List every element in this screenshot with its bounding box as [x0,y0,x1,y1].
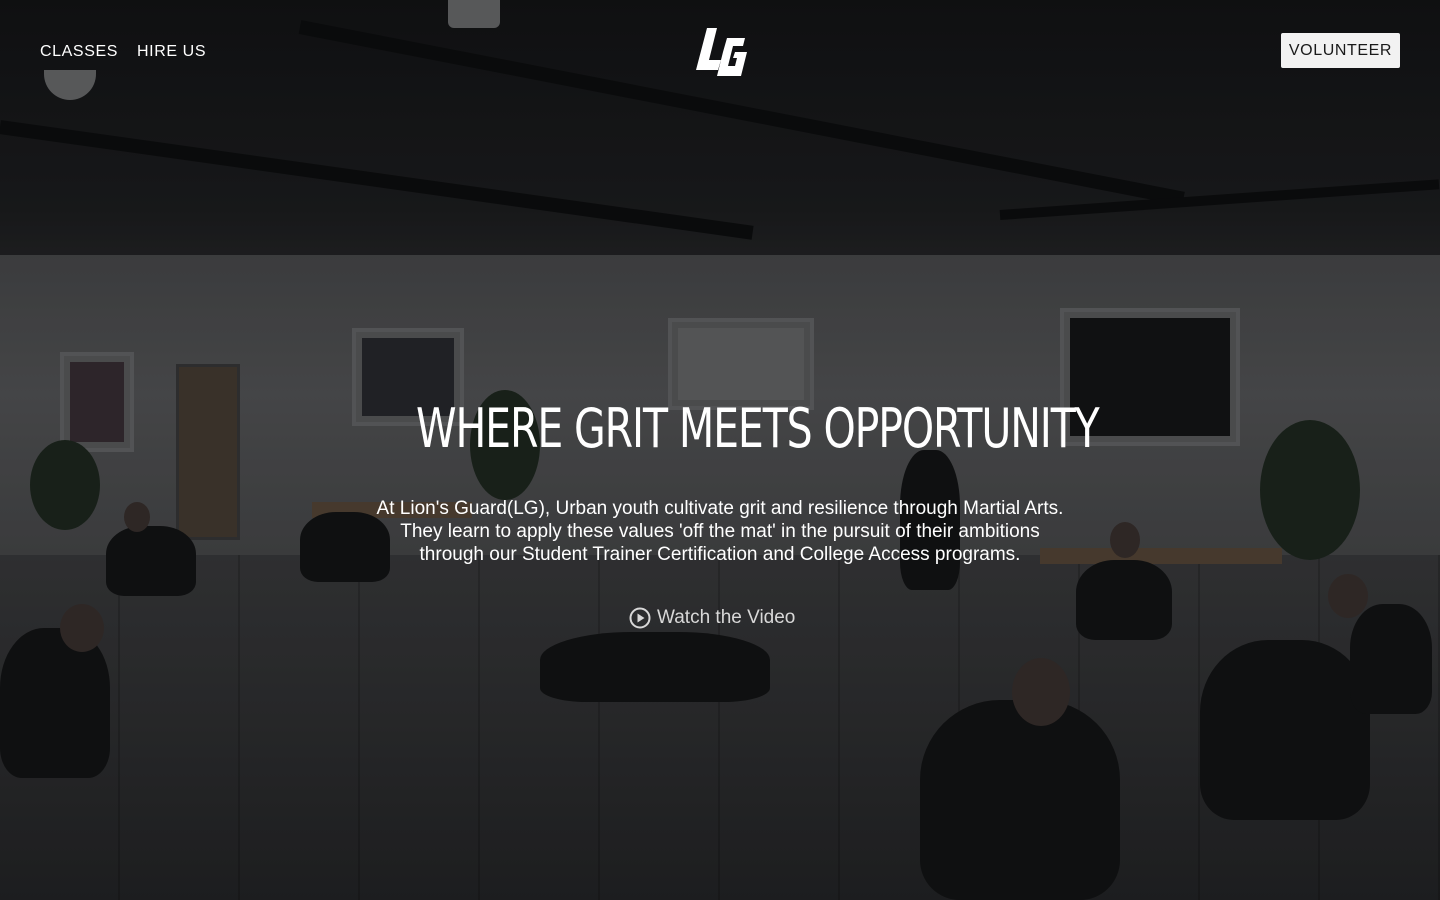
play-circle-icon [629,607,651,629]
watch-video-label: Watch the Video [657,607,796,628]
hero-description: At Lion's Guard(LG), Urban youth cultiva… [376,498,1064,565]
nav-link-classes[interactable]: CLASSES [40,41,118,63]
hero-section: CLASSES HIRE US VOLUNTEER WHERE GRIT MEE… [0,0,1440,900]
volunteer-button[interactable]: VOLUNTEER [1281,33,1400,68]
nav-link-hire-us[interactable]: HIRE US [137,41,206,63]
watch-video-link[interactable]: Watch the Video [629,606,795,630]
hero-headline: WHERE GRIT MEETS OPPORTUNITY [416,397,1100,460]
main-nav: CLASSES HIRE US [40,41,206,63]
lg-logo[interactable] [693,24,747,80]
lg-logo-mark [696,28,747,76]
